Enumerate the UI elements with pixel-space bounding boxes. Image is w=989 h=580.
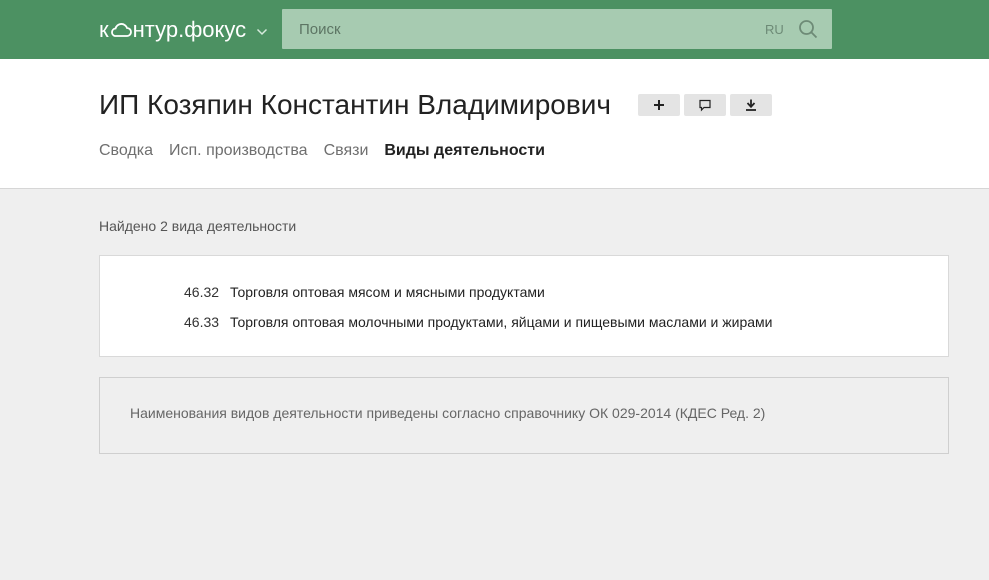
action-buttons [638,94,772,116]
tabs: Сводка Исп. производства Связи Виды деят… [99,142,545,160]
note-text: Наименования видов деятельности приведен… [130,405,766,421]
activity-name: Торговля оптовая молочными продуктами, я… [230,314,773,330]
search-input[interactable] [282,9,742,49]
activity-code: 46.32 [184,284,220,300]
chevron-down-icon[interactable] [256,28,268,36]
plus-icon [654,100,664,110]
comment-button[interactable] [684,94,726,116]
logo-text-right: нтур.фокус [132,17,247,42]
search-box: RU [282,9,832,49]
top-bar: к нтур.фокус RU [0,0,989,59]
tab-connections[interactable]: Связи [324,142,369,160]
search-icon[interactable] [798,19,818,39]
tab-enforcement-proceedings[interactable]: Исп. производства [169,142,308,160]
tab-summary[interactable]: Сводка [99,142,153,160]
page-title: ИП Козяпин Константин Владимирович [99,89,611,120]
language-switch[interactable]: RU [765,22,784,37]
found-count: Найдено 2 вида деятельности [99,218,297,234]
company-header: ИП Козяпин Константин Владимирович Сводк… [0,59,989,189]
logo-text-left: к [99,17,109,42]
activity-name: Торговля оптовая мясом и мясными продукт… [230,284,545,300]
kontur-focus-logo[interactable]: к нтур.фокус [99,15,268,45]
reference-note: Наименования видов деятельности приведен… [99,377,949,454]
cloud-icon [110,23,132,37]
activity-code: 46.33 [184,314,220,330]
add-button[interactable] [638,94,680,116]
download-icon [746,99,756,111]
activities-list: 46.32 Торговля оптовая мясом и мясными п… [99,255,949,357]
list-item: 46.33 Торговля оптовая молочными продукт… [184,314,772,330]
tab-activities[interactable]: Виды деятельности [384,142,545,160]
comment-icon [699,99,711,112]
download-button[interactable] [730,94,772,116]
list-item: 46.32 Торговля оптовая мясом и мясными п… [184,284,545,300]
